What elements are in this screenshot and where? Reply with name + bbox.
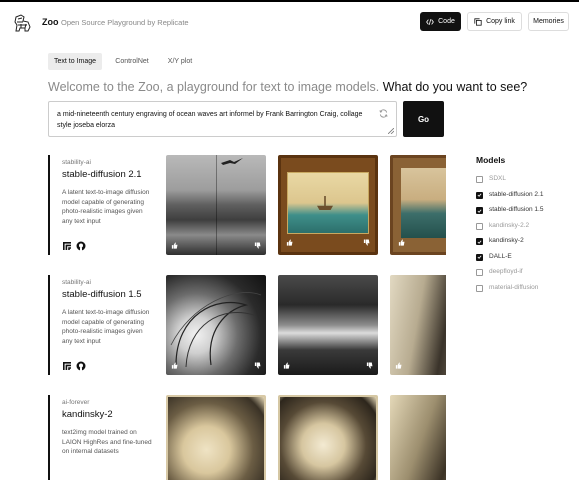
- refresh-icon[interactable]: [379, 109, 388, 118]
- checkbox-checked[interactable]: [476, 253, 483, 261]
- replicate-icon[interactable]: [62, 241, 72, 251]
- thumbs-down-icon[interactable]: [254, 362, 261, 369]
- models-filter-title: Models: [476, 155, 506, 165]
- thumbs-down-icon[interactable]: [366, 362, 373, 369]
- thumbs-down-icon[interactable]: [363, 239, 370, 246]
- github-icon[interactable]: [76, 241, 86, 251]
- model-links: [62, 361, 86, 371]
- model-description: A latent text-to-image diffusion model c…: [62, 309, 150, 346]
- tab-xy-plot[interactable]: X/Y plot: [160, 53, 200, 70]
- model-row-sd21: stability-ai stable-diffusion 2.1 A late…: [48, 155, 448, 257]
- tab-controlnet[interactable]: ControlNet: [110, 53, 154, 70]
- model-row-sd15: stability-ai stable-diffusion 1.5 A late…: [48, 275, 448, 377]
- model-description: A latent text-to-image diffusion model c…: [62, 189, 150, 226]
- checkbox-checked[interactable]: [476, 238, 483, 245]
- resize-handle-icon[interactable]: [388, 128, 394, 134]
- generated-image[interactable]: [278, 275, 378, 375]
- copy-icon: [474, 17, 482, 26]
- checkbox-label: deepfloyd-if: [489, 268, 523, 275]
- checkbox-label: kandinsky-2: [489, 237, 524, 244]
- code-button[interactable]: Code: [420, 12, 461, 31]
- model-org: ai-forever: [62, 399, 90, 406]
- checkbox[interactable]: [476, 176, 483, 183]
- checkbox-label: SDXL: [489, 175, 506, 182]
- generated-image[interactable]: [166, 395, 266, 480]
- generated-image[interactable]: [390, 155, 446, 255]
- thumbs-up-icon[interactable]: [395, 362, 402, 369]
- checkbox-label: material-diffusion: [489, 283, 539, 291]
- model-info: ai-forever kandinsky-2 text2img model tr…: [48, 395, 158, 480]
- thumbs-up-icon[interactable]: [171, 362, 178, 369]
- header: Zoo Open Source Playground by Replicate …: [0, 2, 579, 42]
- generated-image[interactable]: [166, 155, 266, 255]
- bird-silhouette-icon: [221, 158, 243, 165]
- generated-images: [166, 275, 446, 377]
- memories-button[interactable]: Memories: [528, 12, 569, 31]
- model-row-kandinsky2: ai-forever kandinsky-2 text2img model tr…: [48, 395, 448, 480]
- checkbox-label: DALL-E: [489, 252, 512, 260]
- thumbs-up-icon[interactable]: [283, 362, 290, 369]
- check-icon: [477, 208, 482, 213]
- model-checkbox-kandinsky22[interactable]: kandinsky-2.2: [476, 222, 576, 231]
- check-icon: [477, 239, 482, 244]
- model-name: stable-diffusion 2.1: [62, 169, 142, 180]
- tagline: Open Source Playground by Replicate: [61, 18, 189, 27]
- model-checkbox-sd15[interactable]: stable-diffusion 1.5: [476, 206, 576, 215]
- welcome-heading: Welcome to the Zoo, a playground for tex…: [48, 80, 527, 94]
- generated-image[interactable]: [166, 275, 266, 375]
- copy-link-label: Copy link: [486, 18, 515, 25]
- thumbs-up-icon[interactable]: [171, 242, 178, 249]
- generated-image[interactable]: [278, 155, 378, 255]
- github-icon[interactable]: [76, 361, 86, 371]
- wave-engraving: [170, 292, 262, 368]
- check-icon: [477, 193, 482, 197]
- generated-image[interactable]: [278, 395, 378, 480]
- checkbox-label: stable-diffusion 2.1: [489, 190, 544, 198]
- checkbox-checked[interactable]: [476, 191, 483, 199]
- checkbox-label: stable-diffusion 1.5: [489, 206, 544, 213]
- models-filter-sidebar: Models SDXL stable-diffusion 2.1 stable-…: [476, 155, 576, 299]
- checkbox-checked[interactable]: [476, 207, 483, 214]
- generated-images: [166, 155, 446, 257]
- check-icon: [477, 255, 482, 259]
- generated-image[interactable]: [390, 275, 446, 375]
- model-name: kandinsky-2: [62, 409, 113, 420]
- generated-images: [166, 395, 446, 480]
- prompt-text[interactable]: a mid-nineteenth century engraving of oc…: [57, 110, 372, 131]
- memories-label: Memories: [533, 18, 564, 25]
- replicate-icon[interactable]: [62, 361, 72, 371]
- go-button[interactable]: Go: [403, 101, 444, 137]
- code-icon: [426, 18, 434, 25]
- checkbox[interactable]: [476, 284, 483, 292]
- thumbs-up-icon[interactable]: [286, 239, 293, 246]
- model-links: [62, 241, 86, 251]
- prompt-input[interactable]: a mid-nineteenth century engraving of oc…: [48, 101, 397, 137]
- checkbox[interactable]: [476, 222, 483, 230]
- brand-name: Zoo: [42, 17, 59, 27]
- model-description: text2img model trained on LAION HighRes …: [62, 429, 152, 456]
- model-org: stability-ai: [62, 159, 91, 166]
- tab-text-to-image[interactable]: Text to Image: [48, 53, 102, 70]
- model-info: stability-ai stable-diffusion 2.1 A late…: [48, 155, 158, 255]
- checkbox-label: kandinsky-2.2: [489, 221, 530, 229]
- copy-link-button[interactable]: Copy link: [467, 12, 522, 31]
- zebra-logo-icon: [14, 14, 31, 32]
- thumbs-down-icon[interactable]: [254, 242, 261, 249]
- model-org: stability-ai: [62, 279, 91, 286]
- welcome-question: What do you want to see?: [382, 80, 528, 94]
- welcome-lead: Welcome to the Zoo, a playground for tex…: [48, 80, 380, 94]
- code-button-label: Code: [438, 18, 455, 25]
- model-checkbox-dalle[interactable]: DALL-E: [476, 253, 576, 262]
- generated-image[interactable]: [390, 395, 446, 480]
- thumbs-up-icon[interactable]: [398, 239, 405, 246]
- model-checkbox-sdxl[interactable]: SDXL: [476, 175, 576, 184]
- model-checkbox-kandinsky2[interactable]: kandinsky-2: [476, 237, 576, 246]
- checkbox[interactable]: [476, 269, 483, 276]
- model-info: stability-ai stable-diffusion 1.5 A late…: [48, 275, 158, 375]
- model-checkbox-material-diffusion[interactable]: material-diffusion: [476, 284, 576, 293]
- model-name: stable-diffusion 1.5: [62, 289, 142, 300]
- model-checkbox-deepfloyd[interactable]: deepfloyd-if: [476, 268, 576, 277]
- model-checkbox-sd21[interactable]: stable-diffusion 2.1: [476, 191, 576, 200]
